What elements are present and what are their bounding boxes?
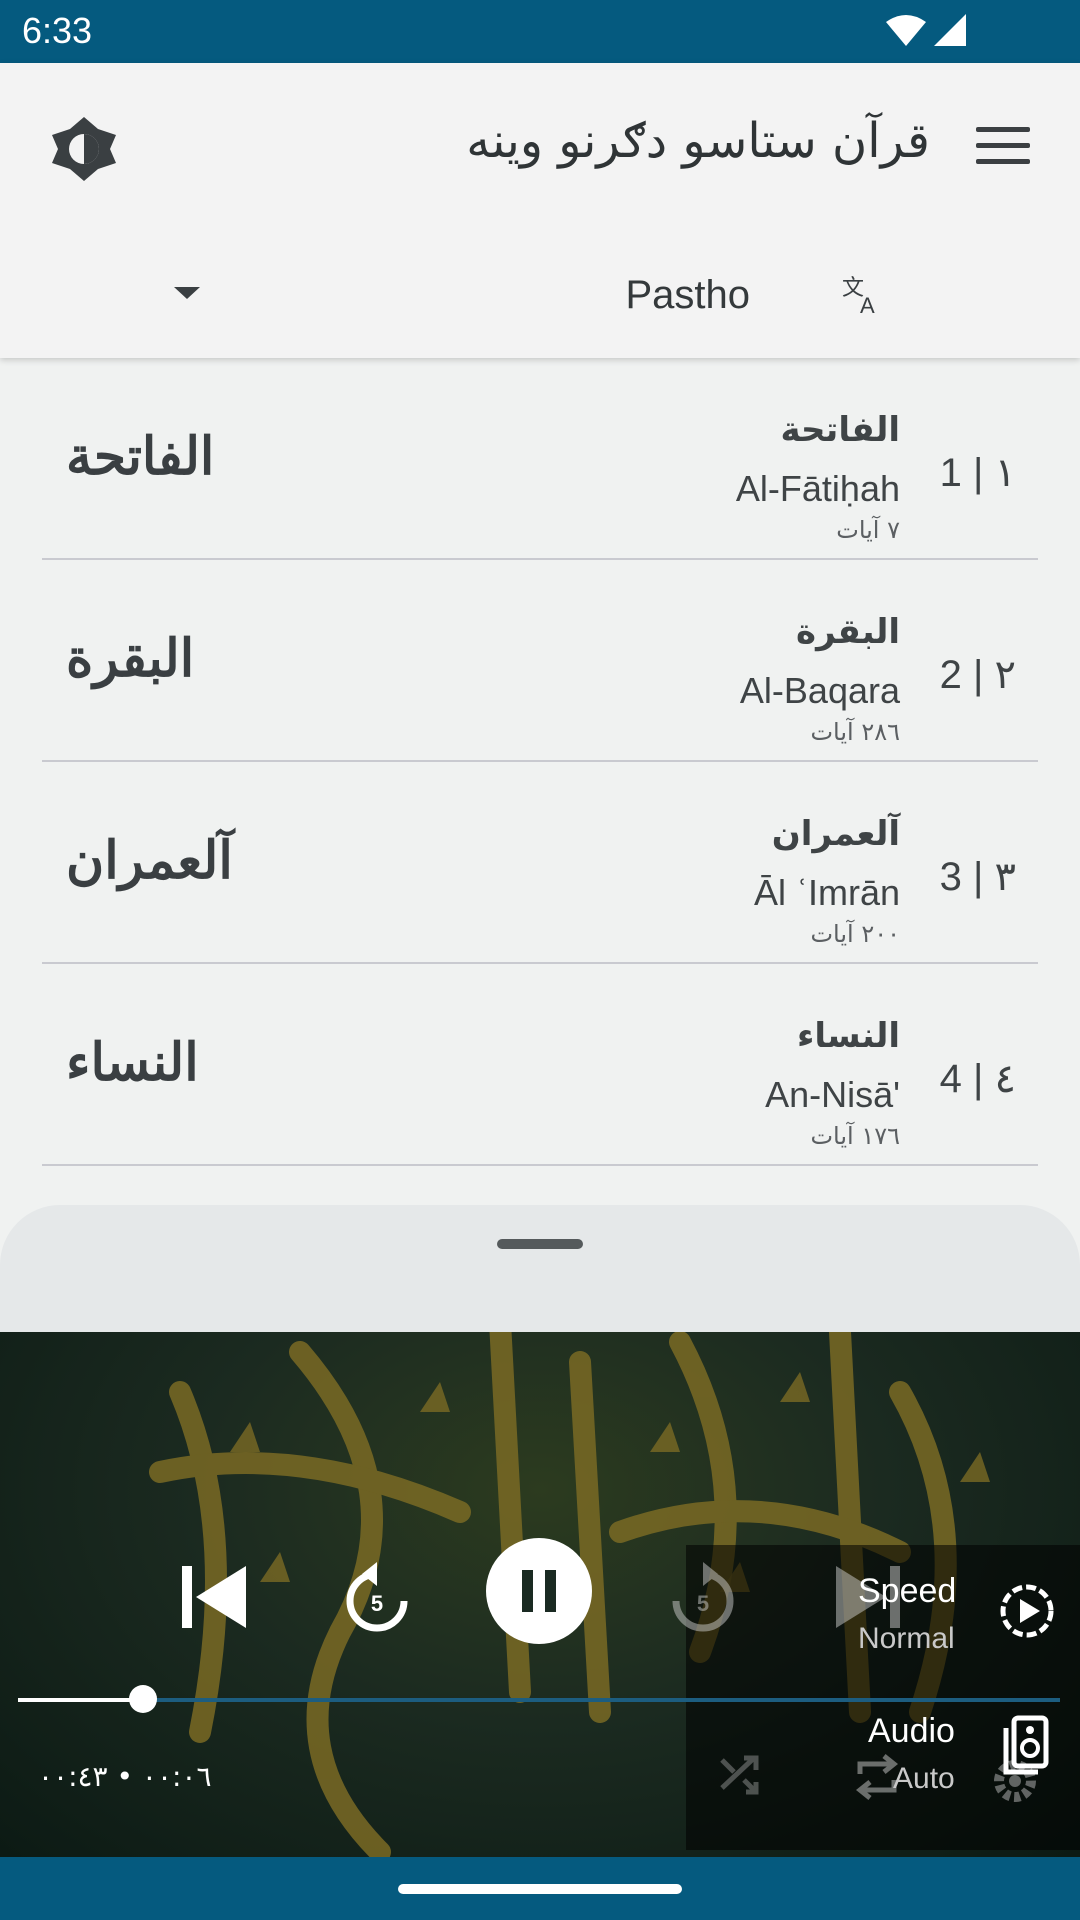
list-item[interactable]: آلعمران آلعمران Āl ʿImrān ٢٠٠ آيات 3 | ٣ bbox=[42, 762, 1038, 964]
surah-number: 3 | ٣ bbox=[939, 855, 1016, 899]
surah-calligraphy: البقرة bbox=[66, 628, 195, 689]
cellular-signal-icon bbox=[934, 14, 966, 46]
progress-track[interactable] bbox=[18, 1698, 1060, 1702]
menu-icon[interactable] bbox=[976, 127, 1030, 167]
audio-label[interactable]: Audio bbox=[868, 1712, 955, 1751]
forward-seconds-label: 5 bbox=[697, 1591, 709, 1616]
wifi-icon bbox=[886, 15, 926, 46]
time-readout: ٠٠:٠٦ • ٠٠:٤٣ bbox=[38, 1760, 212, 1793]
audio-library-icon[interactable] bbox=[1000, 1714, 1052, 1776]
surah-name-arabic: آلعمران bbox=[771, 814, 900, 854]
translate-icon[interactable]: 文 A bbox=[840, 273, 884, 317]
audio-value: Auto bbox=[893, 1762, 955, 1795]
progress-thumb[interactable] bbox=[129, 1685, 158, 1713]
language-selector[interactable]: Pastho bbox=[570, 273, 750, 318]
rewind-5-icon[interactable]: 5 bbox=[340, 1560, 414, 1636]
status-time: 6:33 bbox=[22, 10, 93, 51]
surah-ayat-count: ٢٨٦ آيات bbox=[810, 718, 900, 746]
surah-ayat-count: ٧ آيات bbox=[836, 516, 900, 544]
forward-5-icon[interactable]: 5 bbox=[666, 1560, 740, 1636]
surah-ayat-count: ٢٠٠ آيات bbox=[810, 920, 900, 948]
list-item[interactable]: النساء النساء An-Nisā' ١٧٦ آيات 4 | ٤ bbox=[42, 964, 1038, 1166]
list-item[interactable]: البقرة البقرة Al-Baqara ٢٨٦ آيات 2 | ٢ bbox=[42, 560, 1038, 762]
page-title: قرآن ستاسو دګرنو وینه bbox=[466, 113, 930, 169]
shuffle-icon[interactable] bbox=[718, 1752, 764, 1798]
status-bar: 6:33 bbox=[0, 0, 1080, 63]
brightness-icon[interactable] bbox=[50, 115, 118, 183]
navigation-bar bbox=[0, 1857, 1080, 1920]
surah-number: 1 | ١ bbox=[939, 451, 1016, 495]
app-bar: قرآن ستاسو دګرنو وینه Pastho 文 A bbox=[0, 63, 1080, 358]
playback-speed-icon[interactable] bbox=[998, 1582, 1056, 1640]
surah-transliteration: Al-Baqara bbox=[739, 670, 900, 711]
list-item[interactable]: الفاتحة الفاتحة Al-Fātiḥah ٧ آيات 1 | ١ bbox=[42, 358, 1038, 560]
surah-transliteration: An-Nisā' bbox=[765, 1074, 900, 1115]
surah-number: 4 | ٤ bbox=[939, 1057, 1016, 1101]
skip-previous-icon[interactable] bbox=[180, 1562, 250, 1632]
surah-ayat-count: ١٧٦ آيات bbox=[810, 1122, 900, 1150]
surah-number: 2 | ٢ bbox=[939, 653, 1016, 697]
speed-label[interactable]: Speed bbox=[858, 1572, 956, 1611]
audio-player: 5 5 Speed Normal ٠٠:٠٦ • ٠٠:٤٣ Audio Aut… bbox=[0, 1332, 1080, 1857]
drag-handle[interactable] bbox=[497, 1239, 583, 1249]
speed-value: Normal bbox=[858, 1622, 955, 1655]
player-bottom-sheet[interactable] bbox=[0, 1205, 1080, 1335]
surah-name-arabic: البقرة bbox=[796, 612, 900, 652]
surah-name-arabic: النساء bbox=[796, 1016, 900, 1056]
home-gesture-pill[interactable] bbox=[398, 1884, 682, 1894]
chevron-down-icon[interactable] bbox=[170, 283, 204, 303]
surah-calligraphy: آلعمران bbox=[66, 830, 233, 891]
pause-button[interactable] bbox=[486, 1538, 592, 1644]
rewind-seconds-label: 5 bbox=[371, 1591, 383, 1616]
surah-transliteration: Al-Fātiḥah bbox=[735, 468, 900, 509]
surah-calligraphy: الفاتحة bbox=[66, 426, 215, 487]
progress-fill bbox=[18, 1698, 144, 1702]
svg-text:A: A bbox=[860, 293, 875, 317]
surah-name-arabic: الفاتحة bbox=[780, 410, 900, 450]
surah-calligraphy: النساء bbox=[66, 1032, 199, 1093]
surah-transliteration: Āl ʿImrān bbox=[753, 872, 900, 913]
